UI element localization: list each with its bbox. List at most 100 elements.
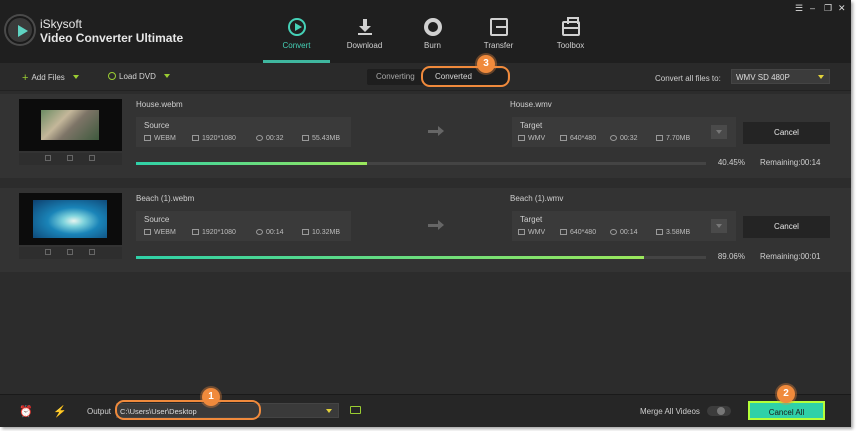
tab-burn[interactable]: Burn [399,0,466,63]
source-info: Source WEBM 1920*1080 00:14 10.32MB [136,211,351,241]
target-size: 7.70MB [666,135,691,142]
chevron-down-icon[interactable] [163,74,170,78]
tab-download[interactable]: Download [331,0,398,63]
brand-name: iSkysoft [40,17,83,31]
add-icon: + [22,72,29,84]
restore-icon[interactable]: ❐ [824,3,832,13]
folder-icon [302,229,309,235]
chevron-down-icon[interactable] [72,75,79,79]
crop-icon[interactable] [45,155,51,161]
product-name: Video Converter Ultimate [40,31,184,45]
play-logo-icon [6,16,34,44]
source-resolution: 1920*1080 [202,229,236,236]
folder-open-icon[interactable] [350,406,361,414]
tab-label: Transfer [483,41,514,50]
clock-icon [610,135,617,141]
progress-fill [136,162,367,165]
minimize-icon[interactable]: – [810,3,815,13]
remaining-time: Remaining:00:14 [760,158,821,167]
callout-badge: 3 [477,55,495,73]
lightning-icon[interactable]: ⚡ [53,405,67,418]
effect-icon[interactable] [89,249,95,255]
target-filename: House.wmv [510,100,552,109]
thumbnail-controls [19,153,122,165]
load-dvd-label: Load DVD [119,72,156,81]
thumbnail-image [41,110,99,140]
progress-percent: 40.45% [717,158,745,167]
source-filename: House.webm [136,100,183,109]
folder-icon [656,135,663,141]
crop-icon[interactable] [45,249,51,255]
arrow-right-icon [428,220,444,230]
target-settings-dropdown[interactable] [711,125,727,139]
source-label: Source [144,215,170,224]
burn-disc-icon [423,18,442,36]
add-files-label: Add Files [31,73,65,82]
callout-highlight [115,400,261,420]
download-icon [356,18,374,36]
list-item: Beach (1).webm Source WEBM 1920*1080 00:… [0,188,851,272]
resolution-icon [192,135,199,141]
target-format: WMV [528,229,546,236]
target-resolution: 640*480 [570,135,597,142]
merge-toggle[interactable] [707,406,731,416]
menu-icon[interactable]: ☰ [795,3,803,13]
alarm-clock-icon[interactable]: ⏰ [19,405,33,418]
progress-bar [136,162,706,165]
list-item: House.webm Source WEBM 1920*1080 00:32 5… [0,94,851,178]
tab-converting[interactable]: Converting [376,72,415,81]
callout-badge: 2 [777,385,795,403]
clock-icon [256,229,263,235]
format-icon [144,135,151,141]
target-resolution: 640*480 [570,229,597,236]
load-dvd-button[interactable]: Load DVD [108,72,170,81]
source-format: WEBM [154,135,176,142]
tab-label: Convert [282,41,311,50]
source-resolution: 1920*1080 [202,135,236,142]
target-info: Target WMV 640*480 00:32 7.70MB [512,117,736,147]
resolution-icon [192,229,199,235]
effect-icon[interactable] [89,155,95,161]
output-label: Output [87,407,112,416]
thumbnail-controls [19,247,122,259]
clock-icon [610,229,617,235]
remaining-time: Remaining:00:01 [760,252,821,261]
close-icon[interactable]: ✕ [838,3,846,13]
source-size: 55.43MB [312,135,341,142]
toolbar: + Add Files Load DVD Converting Converted… [0,55,851,91]
target-duration: 00:32 [620,135,638,142]
add-files-button[interactable]: + Add Files [22,72,79,84]
cancel-button[interactable]: Cancel [743,122,830,144]
trim-icon[interactable] [67,249,73,255]
thumbnail-image [33,200,107,238]
trim-icon[interactable] [67,155,73,161]
tab-toolbox[interactable]: Toolbox [537,0,604,63]
progress-bar [136,256,706,259]
video-thumbnail[interactable] [19,99,122,151]
format-value: WMV SD 480P [736,73,790,82]
source-label: Source [144,121,170,130]
callout-highlight [421,66,510,87]
tab-transfer[interactable]: Transfer [465,0,532,63]
arrow-right-icon [428,126,444,136]
source-format: WEBM [154,229,176,236]
folder-icon [302,135,309,141]
callout-badge: 1 [202,388,220,406]
source-filename: Beach (1).webm [136,194,195,203]
tab-convert[interactable]: Convert [263,0,330,63]
target-label: Target [520,121,543,130]
cancel-all-button[interactable]: Cancel All [748,401,825,420]
folder-icon [656,229,663,235]
convert-all-label: Convert all files to: [655,74,721,83]
target-filename: Beach (1).wmv [510,194,564,203]
footer: ⏰ ⚡ Output C:\Users\User\Desktop 1 Merge… [0,385,851,427]
tab-label: Download [346,41,383,50]
output-format-select[interactable]: WMV SD 480P [731,69,830,84]
format-icon [518,135,525,141]
clock-icon [256,135,263,141]
video-thumbnail[interactable] [19,193,122,245]
source-info: Source WEBM 1920*1080 00:32 55.43MB [136,117,351,147]
source-size: 10.32MB [312,229,341,236]
target-settings-dropdown[interactable] [711,219,727,233]
cancel-button[interactable]: Cancel [743,216,830,238]
